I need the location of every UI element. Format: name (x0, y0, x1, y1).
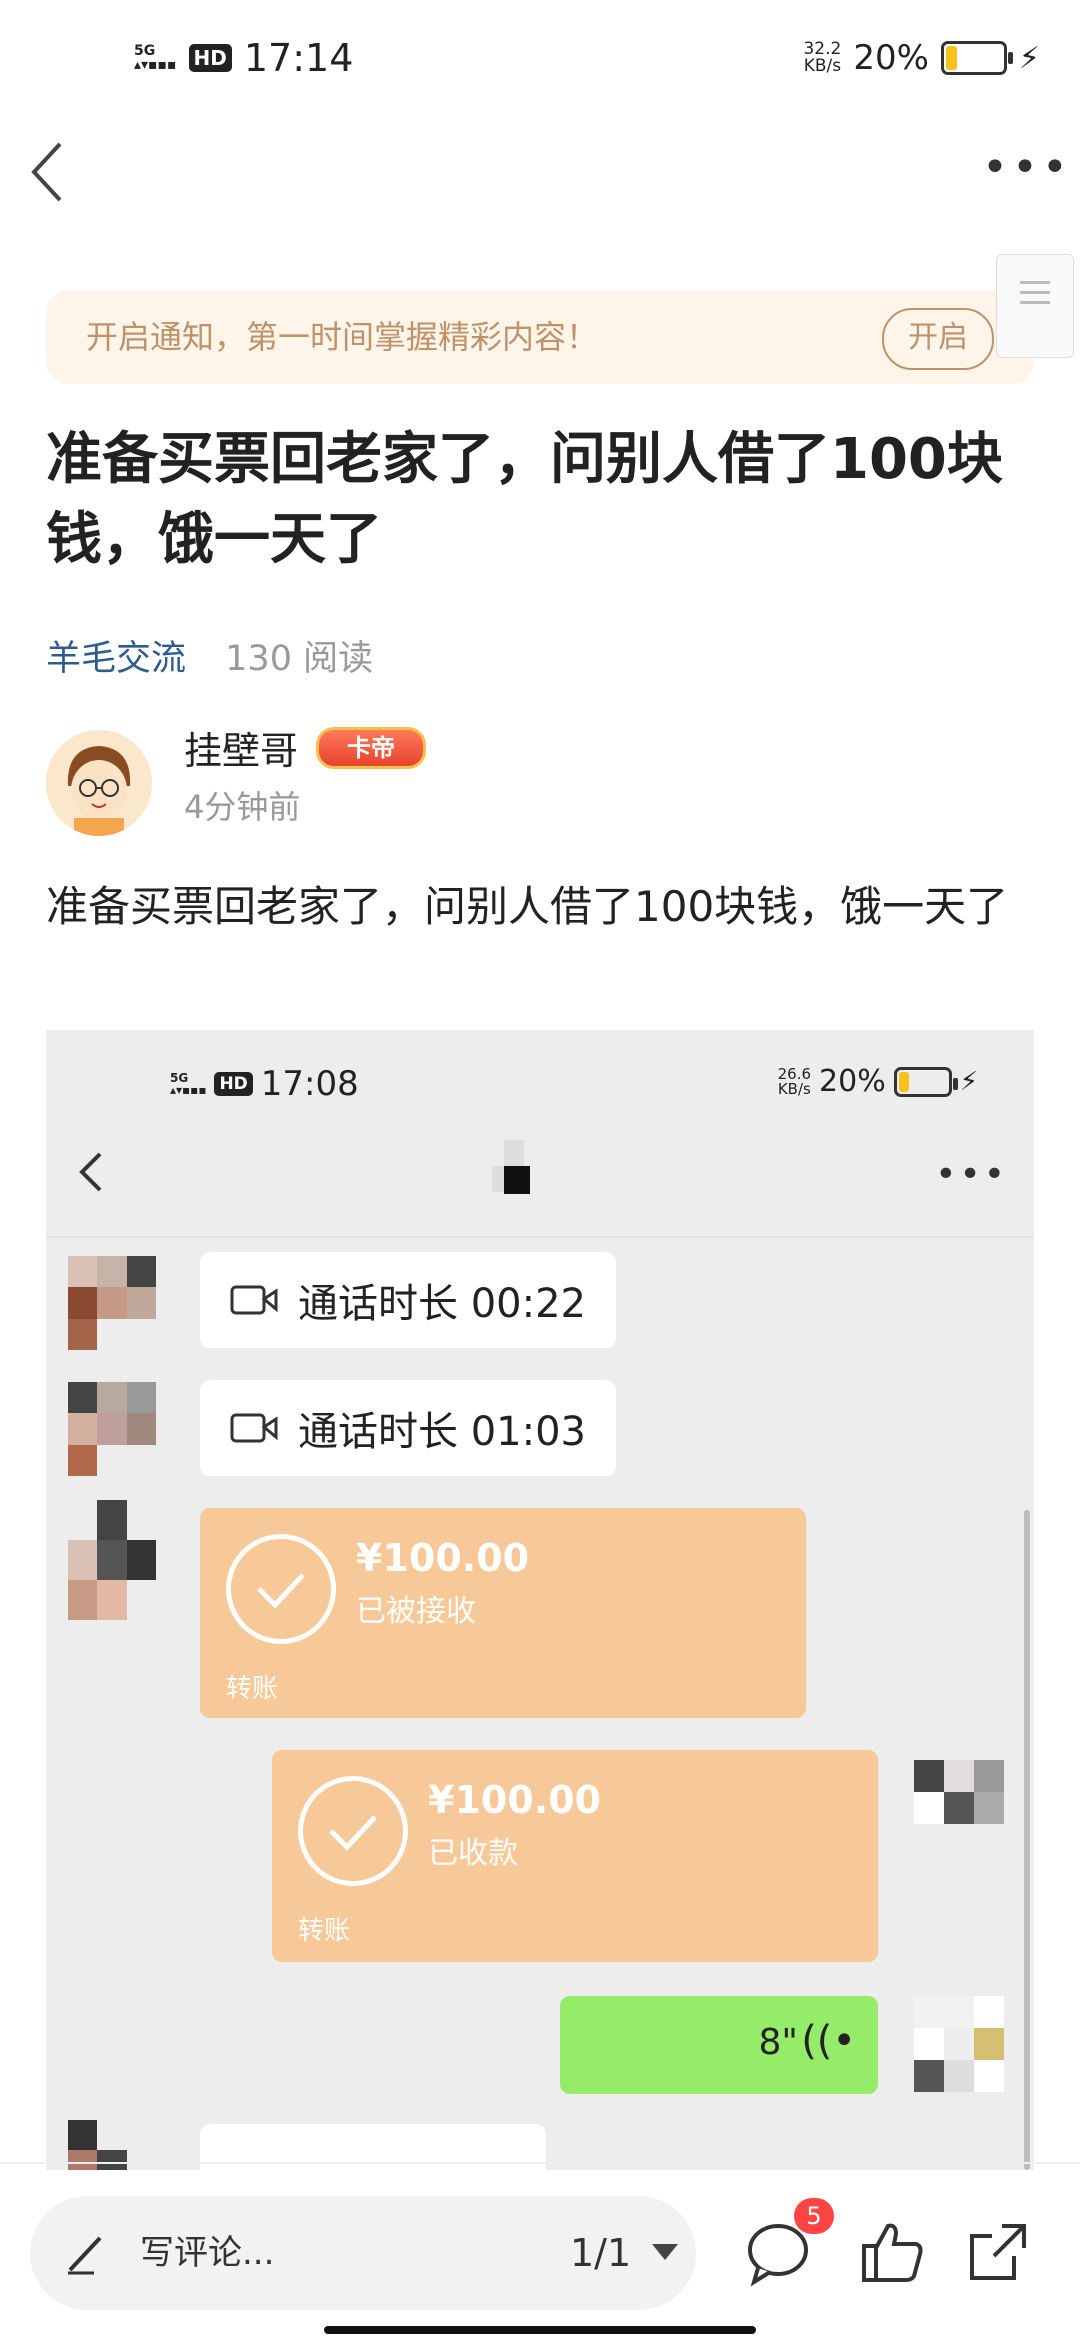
transfer-status: 已收款 (428, 1836, 518, 1871)
screenshot-time: 17:08 (260, 1064, 359, 1104)
screenshot-hd-icon: HD (214, 1072, 253, 1096)
video-call-duration: 通话时长 00:22 (298, 1281, 586, 1327)
more-options-icon[interactable]: ••• (982, 146, 1068, 190)
pencil-icon (68, 2236, 102, 2275)
transfer-label: 转账 (298, 1916, 351, 1946)
battery-percent: 20% (853, 38, 929, 78)
screenshot-charging-icon: ⚡ (959, 1066, 978, 1097)
battery-icon (940, 41, 1013, 75)
screenshot-scrollbar (1024, 1510, 1030, 2170)
thumbs-up-icon[interactable] (856, 2216, 928, 2288)
user-rank-badge: 卡帝 (316, 726, 427, 769)
charging-icon: ⚡ (1018, 40, 1040, 76)
read-count: 130 阅读 (225, 639, 374, 679)
screenshot-signal-label: 5G (170, 1071, 189, 1085)
embedded-screenshot[interactable]: 5G ▴▾▪▪▪ HD 17:08 26.6 KB/s 20% ⚡ ••• 通话时… (46, 1030, 1034, 2170)
transfer-received-card[interactable]: ¥100.00 已被接收 转账 (200, 1508, 806, 1718)
voice-duration: 8" (758, 2022, 798, 2063)
avatar-illustration (46, 730, 152, 836)
voice-message-bubble[interactable]: 8" ((• (560, 1996, 878, 2094)
screenshot-battery-fill (898, 1071, 909, 1092)
self-avatar-mosaic (914, 1996, 1004, 2092)
comment-input[interactable]: 写评论... 1/1 (30, 2196, 696, 2310)
check-circle-icon (298, 1776, 408, 1886)
contact-avatar-mosaic (68, 1500, 156, 1620)
screenshot-battery-icon (893, 1066, 958, 1097)
screenshot-network-speed: 26.6 KB/s (777, 1066, 811, 1098)
video-call-bubble[interactable]: 通话时长 00:22 (200, 1252, 616, 1348)
comment-count-badge: 5 (794, 2198, 834, 2234)
contact-avatar-mosaic (68, 1256, 156, 1350)
video-call-icon (230, 1413, 278, 1443)
status-bar-right: 32.2 KB/s 20% ⚡ (803, 34, 1040, 82)
category-link[interactable]: 羊毛交流 (46, 639, 186, 679)
screenshot-speed-unit: KB/s (777, 1079, 811, 1098)
transfer-amount: ¥100.00 (356, 1536, 530, 1580)
post-meta: 羊毛交流 130 阅读 (46, 630, 373, 681)
share-icon[interactable] (962, 2216, 1034, 2288)
enable-notification-button[interactable]: 开启 (882, 308, 994, 370)
author-name[interactable]: 挂壁哥 (184, 720, 298, 775)
hd-icon: HD (188, 44, 232, 72)
author-row: 挂壁哥 卡帝 (184, 720, 427, 775)
page-indicator[interactable]: 1/1 (570, 2196, 631, 2310)
comment-placeholder: 写评论... (140, 2233, 275, 2273)
post-title: 准备买票回老家了，问别人借了100块钱，饿一天了 (46, 427, 1003, 572)
voice-wave-icon: ((• (801, 2018, 856, 2064)
screenshot-contact-name-mosaic (492, 1140, 532, 1200)
post-time: 4分钟前 (184, 788, 301, 826)
screenshot-battery-percent: 20% (819, 1064, 886, 1099)
self-avatar-mosaic (914, 1760, 1004, 1856)
network-speed: 32.2 KB/s (803, 41, 841, 75)
battery-fill (945, 46, 957, 70)
transfer-amount: ¥100.00 (428, 1778, 602, 1822)
video-call-duration: 通话时长 01:03 (298, 1409, 586, 1455)
screenshot-divider (46, 1236, 1034, 1238)
screenshot-signal: 5G ▴▾▪▪▪ (170, 1071, 207, 1097)
scroll-handle-icon[interactable] (996, 254, 1074, 358)
transfer-status: 已被接收 (356, 1594, 476, 1629)
home-indicator[interactable] (324, 2326, 756, 2334)
post-body: 准备买票回老家了，问别人借了100块钱，饿一天了 (46, 882, 1009, 931)
screenshot-status-left: 5G ▴▾▪▪▪ HD 17:08 (170, 1064, 359, 1104)
pager-dropdown-icon[interactable] (652, 2244, 678, 2260)
transfer-sent-card[interactable]: ¥100.00 已收款 转账 (272, 1750, 878, 1962)
back-arrow-icon[interactable] (24, 140, 80, 204)
transfer-label: 转账 (226, 1674, 279, 1704)
status-bar-left: 5G ▴▾▪▪▪ HD 17:14 (134, 34, 353, 82)
signal-label: 5G (134, 43, 156, 59)
author-avatar[interactable] (46, 730, 152, 836)
screenshot-back-arrow-icon (79, 1152, 102, 1192)
video-call-bubble[interactable]: 通话时长 01:03 (200, 1380, 616, 1476)
bottom-divider (0, 2162, 1080, 2164)
check-circle-icon (226, 1534, 336, 1644)
status-time: 17:14 (243, 36, 354, 80)
signal-indicator: 5G ▴▾▪▪▪ (134, 43, 177, 73)
screenshot-more-icon: ••• (935, 1154, 1008, 1195)
network-speed-unit: KB/s (803, 56, 842, 76)
video-call-icon (230, 1285, 278, 1315)
notification-banner: 开启通知，第一时间掌握精彩内容！ 开启 (46, 290, 1034, 384)
screenshot-status-right: 26.6 KB/s 20% ⚡ (778, 1064, 978, 1099)
notification-text: 开启通知，第一时间掌握精彩内容！ (86, 318, 599, 356)
contact-avatar-mosaic (68, 1382, 156, 1476)
